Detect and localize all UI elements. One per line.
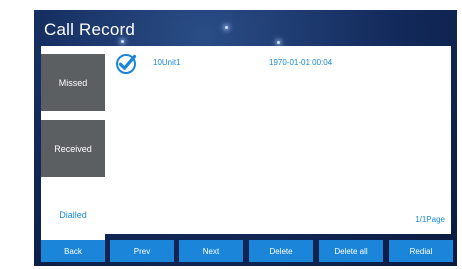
tab-list: Missed Received Dialled <box>41 46 105 243</box>
delete-button[interactable]: Delete <box>249 240 313 262</box>
screen: Call Record Missed Received Dialled 10Un <box>0 0 462 269</box>
next-button[interactable]: Next <box>179 240 243 262</box>
redial-button[interactable]: Redial <box>389 240 453 262</box>
sparkle-decoration <box>277 41 280 44</box>
page-title: Call Record <box>44 20 136 39</box>
sparkle-decoration <box>121 40 124 43</box>
button-bar: Back Prev Next Delete Delete all Redial <box>41 240 453 262</box>
tab-label: Received <box>54 143 92 154</box>
call-record-panel: Call Record Missed Received Dialled 10Un <box>34 10 457 266</box>
record-name: 10Unit1 <box>153 58 181 67</box>
tab-missed[interactable]: Missed <box>41 54 105 111</box>
record-row[interactable]: 10Unit1 1970-01-01 00:04 <box>115 52 445 76</box>
tab-label: Dialled <box>59 209 87 220</box>
back-button[interactable]: Back <box>41 240 105 262</box>
check-icon[interactable] <box>115 53 137 75</box>
page-indicator: 1/1Page <box>415 215 445 224</box>
record-time: 1970-01-01 00:04 <box>269 58 333 67</box>
content-area: Missed Received Dialled 10Unit1 1970-01-… <box>41 46 451 243</box>
sparkle-decoration <box>225 26 228 29</box>
tab-label: Missed <box>58 77 88 88</box>
tab-dialled[interactable]: Dialled <box>41 186 105 243</box>
delete-all-button[interactable]: Delete all <box>319 240 383 262</box>
prev-button[interactable]: Prev <box>110 240 174 262</box>
tab-received[interactable]: Received <box>41 120 105 177</box>
